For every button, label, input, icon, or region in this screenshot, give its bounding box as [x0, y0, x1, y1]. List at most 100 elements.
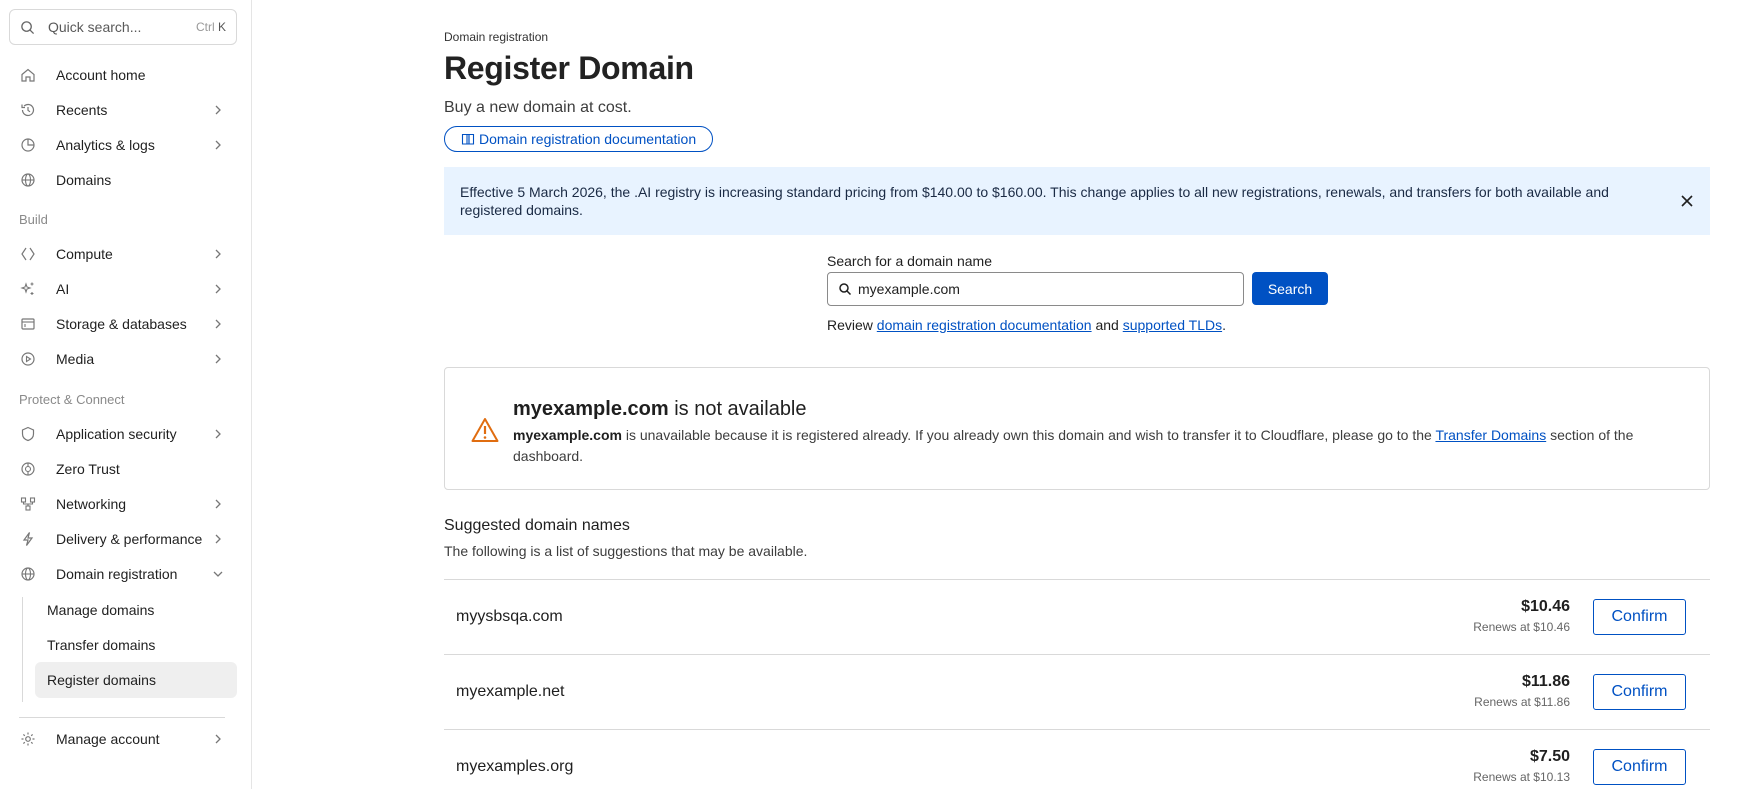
zero-trust-icon [19, 460, 37, 478]
nav-register-domains[interactable]: Register domains [35, 662, 237, 698]
nav-recents[interactable]: Recents [9, 94, 237, 126]
bolt-icon [19, 530, 37, 548]
shortcut-hint: Ctrl K [195, 20, 226, 34]
warning-icon [471, 418, 499, 442]
domain-registration-docs-link[interactable]: domain registration documentation [877, 317, 1092, 333]
book-icon [461, 133, 475, 145]
home-icon [19, 66, 37, 84]
nav-networking[interactable]: Networking [9, 488, 237, 520]
chevron-right-icon [215, 140, 221, 150]
confirm-button[interactable]: Confirm [1593, 674, 1686, 710]
price: $10.46 [1521, 598, 1570, 615]
nav-label: Domains [56, 172, 112, 188]
supported-tlds-link[interactable]: supported TLDs [1123, 317, 1222, 333]
chevron-down-icon [213, 571, 223, 577]
unavailable-alert: myexample.com is not available myexample… [444, 367, 1710, 490]
nav-label: Application security [56, 426, 177, 442]
breadcrumb[interactable]: Domain registration [444, 30, 548, 44]
chevron-right-icon [215, 319, 221, 329]
nav-label: Compute [56, 246, 113, 262]
search-icon [21, 20, 35, 34]
media-icon [19, 350, 37, 368]
domain-search-value: myexample.com [858, 281, 960, 297]
sparkle-icon [19, 280, 37, 298]
nav-transfer-domains[interactable]: Transfer domains [35, 627, 237, 663]
history-icon [19, 101, 37, 119]
documentation-link-button[interactable]: Domain registration documentation [444, 126, 714, 152]
nav-manage-account[interactable]: Manage account [9, 723, 237, 755]
globe-icon [19, 565, 37, 583]
chevron-right-icon [215, 354, 221, 364]
globe-icon [19, 171, 37, 189]
storage-icon [19, 315, 37, 333]
sidebar: Quick search... Ctrl K Account home Rece… [0, 0, 252, 789]
close-icon[interactable] [1678, 192, 1696, 210]
nav-account-home[interactable]: Account home [9, 59, 237, 91]
price-block: $7.50 Renews at $10.13 [1473, 748, 1570, 784]
nav-delivery-performance[interactable]: Delivery & performance [9, 523, 237, 555]
alert-body: myexample.com is unavailable because it … [513, 427, 1634, 464]
page-subtitle: Buy a new domain at cost. [444, 99, 632, 116]
nav-label: Manage account [56, 731, 160, 747]
section-title-build: Build [19, 212, 48, 227]
suggested-domain-name: myysbsqa.com [456, 608, 563, 625]
suggestions-subtitle: The following is a list of suggestions t… [444, 543, 808, 559]
nav-label: Recents [56, 102, 108, 118]
renewal-price: Renews at $11.86 [1474, 695, 1570, 709]
domain-search-input[interactable]: myexample.com [827, 272, 1244, 306]
chevron-right-icon [215, 105, 221, 115]
transfer-domains-link[interactable]: Transfer Domains [1435, 427, 1546, 443]
nav-ai[interactable]: AI [9, 273, 237, 305]
nav-label: Delivery & performance [56, 531, 203, 547]
renewal-price: Renews at $10.46 [1473, 620, 1570, 634]
suggestions-title: Suggested domain names [444, 517, 630, 534]
chevron-right-icon [215, 249, 221, 259]
nav-label: Domain registration [56, 566, 178, 582]
chevron-right-icon [215, 534, 221, 544]
suggestion-row: myexamples.org $7.50 Renews at $10.13 Co… [444, 729, 1710, 789]
chevron-right-icon [215, 499, 221, 509]
renewal-price: Renews at $10.13 [1473, 770, 1570, 784]
confirm-button[interactable]: Confirm [1593, 749, 1686, 785]
nav-storage-databases[interactable]: Storage & databases [9, 308, 237, 340]
search-icon [839, 283, 852, 296]
confirm-button[interactable]: Confirm [1593, 599, 1686, 635]
quick-search-input[interactable]: Quick search... Ctrl K [9, 9, 237, 45]
network-icon [19, 495, 37, 513]
shield-icon [19, 425, 37, 443]
chevron-right-icon [215, 734, 221, 744]
quick-search-placeholder: Quick search... [48, 19, 142, 35]
suggested-domain-name: myexample.net [456, 683, 565, 700]
nav-manage-domains[interactable]: Manage domains [35, 592, 237, 628]
submenu-guide-line [22, 597, 23, 702]
nav-compute[interactable]: Compute [9, 238, 237, 270]
price: $7.50 [1529, 748, 1570, 765]
info-banner: Effective 5 March 2026, the .AI registry… [444, 167, 1710, 235]
page-title: Register Domain [444, 50, 694, 86]
sidebar-divider [19, 717, 225, 718]
nav-label: Analytics & logs [56, 137, 155, 153]
nav-domain-registration[interactable]: Domain registration [9, 558, 237, 590]
suggested-domain-name: myexamples.org [456, 758, 574, 775]
chevron-right-icon [215, 284, 221, 294]
banner-text: Effective 5 March 2026, the .AI registry… [460, 184, 1609, 218]
compute-icon [19, 245, 37, 263]
nav-label: Media [56, 351, 95, 367]
nav-application-security[interactable]: Application security [9, 418, 237, 450]
documentation-link-label: Domain registration documentation [479, 131, 697, 147]
alert-heading: myexample.com is not available [513, 398, 807, 420]
domain-search-label: Search for a domain name [827, 253, 992, 269]
price-block: $10.46 Renews at $10.46 [1473, 598, 1570, 634]
nav-zero-trust[interactable]: Zero Trust [9, 453, 237, 485]
nav-label: Storage & databases [56, 316, 187, 332]
suggestion-row: myexample.net $11.86 Renews at $11.86 Co… [444, 654, 1710, 729]
nav-domains[interactable]: Domains [9, 164, 237, 196]
nav-label: Networking [56, 496, 127, 512]
price: $11.86 [1521, 673, 1570, 690]
nav-media[interactable]: Media [9, 343, 237, 375]
nav-analytics-logs[interactable]: Analytics & logs [9, 129, 237, 161]
nav-label: AI [56, 281, 70, 297]
chevron-right-icon [215, 429, 221, 439]
search-button[interactable]: Search [1252, 272, 1328, 305]
chart-icon [19, 136, 37, 154]
